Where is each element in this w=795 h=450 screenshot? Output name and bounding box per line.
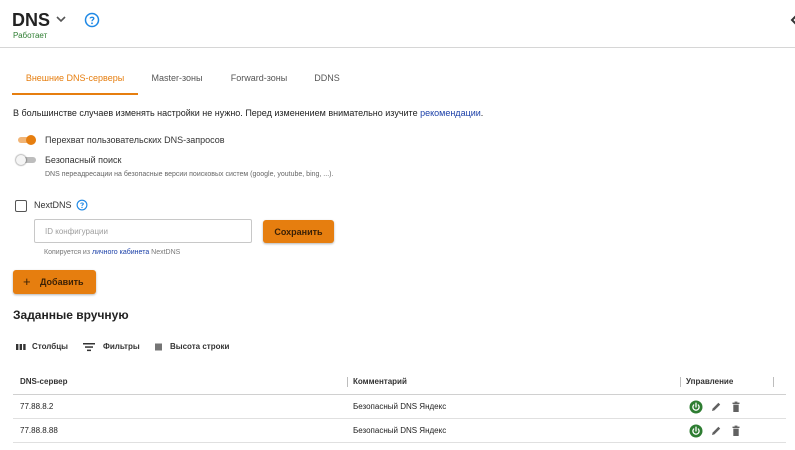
help-icon[interactable]	[84, 12, 100, 28]
columns-label: Столбцы	[32, 342, 68, 351]
pencil-icon[interactable]	[709, 400, 723, 414]
safe-search-toggle[interactable]	[16, 155, 36, 165]
plus-icon: +	[23, 274, 31, 289]
save-button[interactable]: Сохранить	[263, 220, 334, 243]
power-icon[interactable]	[689, 424, 703, 438]
add-button-label: Добавить	[40, 277, 84, 287]
column-separator[interactable]	[680, 377, 681, 387]
toggle-knob	[16, 155, 26, 165]
density-button[interactable]: Высота строки	[155, 340, 240, 354]
config-id-input[interactable]	[34, 219, 252, 243]
table-row[interactable]: 77.88.8.88 Безопасный DNS Яндекс	[13, 419, 786, 443]
nextdns-hint: Копируется из личного кабинета NextDNS	[44, 249, 180, 256]
safe-search-label: Безопасный поиск	[45, 155, 122, 165]
column-header-server[interactable]: DNS-сервер	[20, 370, 68, 394]
view-column-icon	[16, 344, 26, 350]
help-icon[interactable]	[76, 199, 88, 211]
server-cell: 77.88.8.2	[20, 402, 54, 411]
chevron-left-icon[interactable]	[789, 14, 795, 26]
trash-icon[interactable]	[729, 400, 743, 414]
table-row[interactable]: 77.88.8.2 Безопасный DNS Яндекс	[13, 395, 786, 419]
hint-prefix: Копируется из	[44, 249, 92, 256]
add-button[interactable]: + Добавить	[13, 270, 96, 294]
column-header-actions[interactable]: Управление	[686, 370, 733, 394]
personal-account-link[interactable]: личного кабинета	[92, 249, 149, 256]
trash-icon[interactable]	[729, 424, 743, 438]
info-main: В большинстве случаев изменять настройки…	[13, 108, 421, 118]
density-label: Высота строки	[170, 342, 230, 351]
nextdns-label: NextDNS	[34, 200, 72, 210]
info-text: В большинстве случаев изменять настройки…	[13, 108, 483, 118]
nextdns-checkbox[interactable]	[15, 200, 27, 212]
tab-external-dns[interactable]: Внешние DNS-серверы	[12, 63, 138, 95]
filters-label: Фильтры	[103, 342, 140, 351]
column-separator[interactable]	[347, 377, 348, 387]
server-cell: 77.88.8.88	[20, 426, 58, 435]
page-title: DNS	[12, 10, 51, 30]
section-title: Заданные вручную	[13, 308, 129, 322]
page-header: DNS Работает	[0, 0, 795, 48]
toggle-knob	[26, 135, 36, 145]
filter-list-icon	[83, 343, 95, 352]
tab-forward-zones[interactable]: Forward-зоны	[218, 63, 300, 95]
column-header-comment[interactable]: Комментарий	[353, 370, 407, 394]
comment-cell: Безопасный DNS Яндекс	[353, 402, 447, 411]
intercept-toggle[interactable]	[16, 135, 36, 145]
status-text: Работает	[13, 31, 48, 40]
chevron-down-icon[interactable]	[54, 12, 68, 26]
density-icon	[155, 343, 162, 351]
intercept-label: Перехват пользовательских DNS-запросов	[45, 135, 225, 145]
power-icon[interactable]	[689, 400, 703, 414]
hint-suffix: NextDNS	[149, 249, 181, 256]
safe-search-description: DNS переадресации на безопасные версии п…	[45, 171, 334, 178]
column-separator[interactable]	[773, 377, 774, 387]
filters-button[interactable]: Фильтры	[83, 340, 145, 354]
columns-button[interactable]: Столбцы	[16, 340, 76, 354]
pencil-icon[interactable]	[709, 424, 723, 438]
tab-master-zones[interactable]: Master-зоны	[140, 63, 214, 95]
comment-cell: Безопасный DNS Яндекс	[353, 426, 447, 435]
info-suffix: .	[480, 108, 484, 118]
tab-ddns[interactable]: DDNS	[306, 63, 348, 95]
recommendations-link[interactable]: рекомендации	[420, 108, 481, 118]
